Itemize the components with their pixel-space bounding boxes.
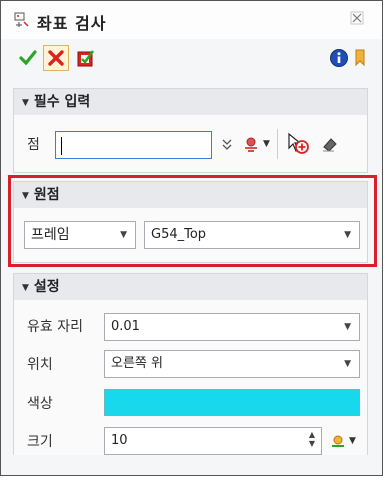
- cursor-add-icon: [288, 132, 309, 154]
- cancel-button[interactable]: [43, 45, 69, 71]
- info-button[interactable]: [326, 45, 352, 71]
- apply-icon: [77, 50, 95, 67]
- close-icon[interactable]: [350, 11, 364, 25]
- section-title-required: 필수 입력: [33, 94, 91, 110]
- section-settings[interactable]: ▼ 설정: [13, 273, 368, 301]
- toolbar: [1, 41, 382, 75]
- dropdown-arrow-icon: ▼: [344, 359, 351, 369]
- point-pick-dropdown[interactable]: ▼: [240, 133, 272, 155]
- highlight-box: [8, 175, 377, 267]
- coordinate-tool-icon: [14, 12, 29, 27]
- color-label: 색상: [27, 396, 53, 412]
- title-bar: 좌표 검사: [1, 1, 382, 39]
- dropdown-arrow-icon: ▼: [349, 436, 356, 446]
- x-icon: [48, 50, 64, 66]
- coordinate-check-panel: 좌표 검사 ▼ 필수 입력 점 ▼ ▼ 원점 프레임 ▼ G54_Top ▼ ▼…: [0, 0, 383, 476]
- help-button[interactable]: [353, 45, 367, 71]
- info-icon: [330, 49, 348, 67]
- spinner-arrows-icon[interactable]: ▲ ▼: [309, 430, 315, 448]
- bookmark-icon: [355, 49, 365, 67]
- window-title: 좌표 검사: [37, 14, 107, 33]
- color-swatch[interactable]: [104, 389, 360, 416]
- size-pick-dropdown[interactable]: ▼: [326, 429, 360, 453]
- dropdown-arrow-icon: ▼: [263, 139, 270, 149]
- panel-footer: [1, 455, 382, 475]
- digits-label: 유효 자리: [27, 319, 83, 335]
- section-required-body: 점 ▼: [13, 115, 368, 173]
- position-label: 위치: [27, 357, 53, 373]
- section-title-settings: 설정: [33, 279, 60, 295]
- measure-icon: [332, 435, 345, 447]
- undo-point-button[interactable]: [316, 130, 344, 158]
- divider: [277, 129, 278, 159]
- expand-options-button[interactable]: [219, 135, 235, 155]
- apply-button[interactable]: [73, 45, 99, 71]
- collapse-triangle-icon: ▼: [22, 283, 29, 293]
- ok-button[interactable]: [15, 45, 41, 71]
- double-chevron-down-icon: [222, 139, 232, 150]
- size-spinner[interactable]: 10 ▲ ▼: [104, 427, 322, 455]
- point-label: 점: [27, 137, 40, 153]
- point-input[interactable]: [55, 131, 212, 159]
- dropdown-arrow-icon: ▼: [344, 322, 351, 332]
- check-icon: [19, 50, 37, 66]
- section-settings-body: 유효 자리 0.01 ▼ 위치 오른쪽 위 ▼ 색상 크기 10 ▲ ▼ ▼: [13, 300, 368, 458]
- size-label: 크기: [27, 434, 53, 450]
- position-select[interactable]: 오른쪽 위 ▼: [104, 350, 360, 378]
- section-required-input[interactable]: ▼ 필수 입력: [13, 88, 368, 116]
- eraser-icon: [323, 138, 337, 152]
- add-point-button[interactable]: [284, 130, 312, 158]
- text-cursor: [61, 137, 62, 155]
- digits-select[interactable]: 0.01 ▼: [104, 313, 360, 341]
- point-pick-icon: [245, 137, 258, 152]
- collapse-triangle-icon: ▼: [22, 98, 29, 108]
